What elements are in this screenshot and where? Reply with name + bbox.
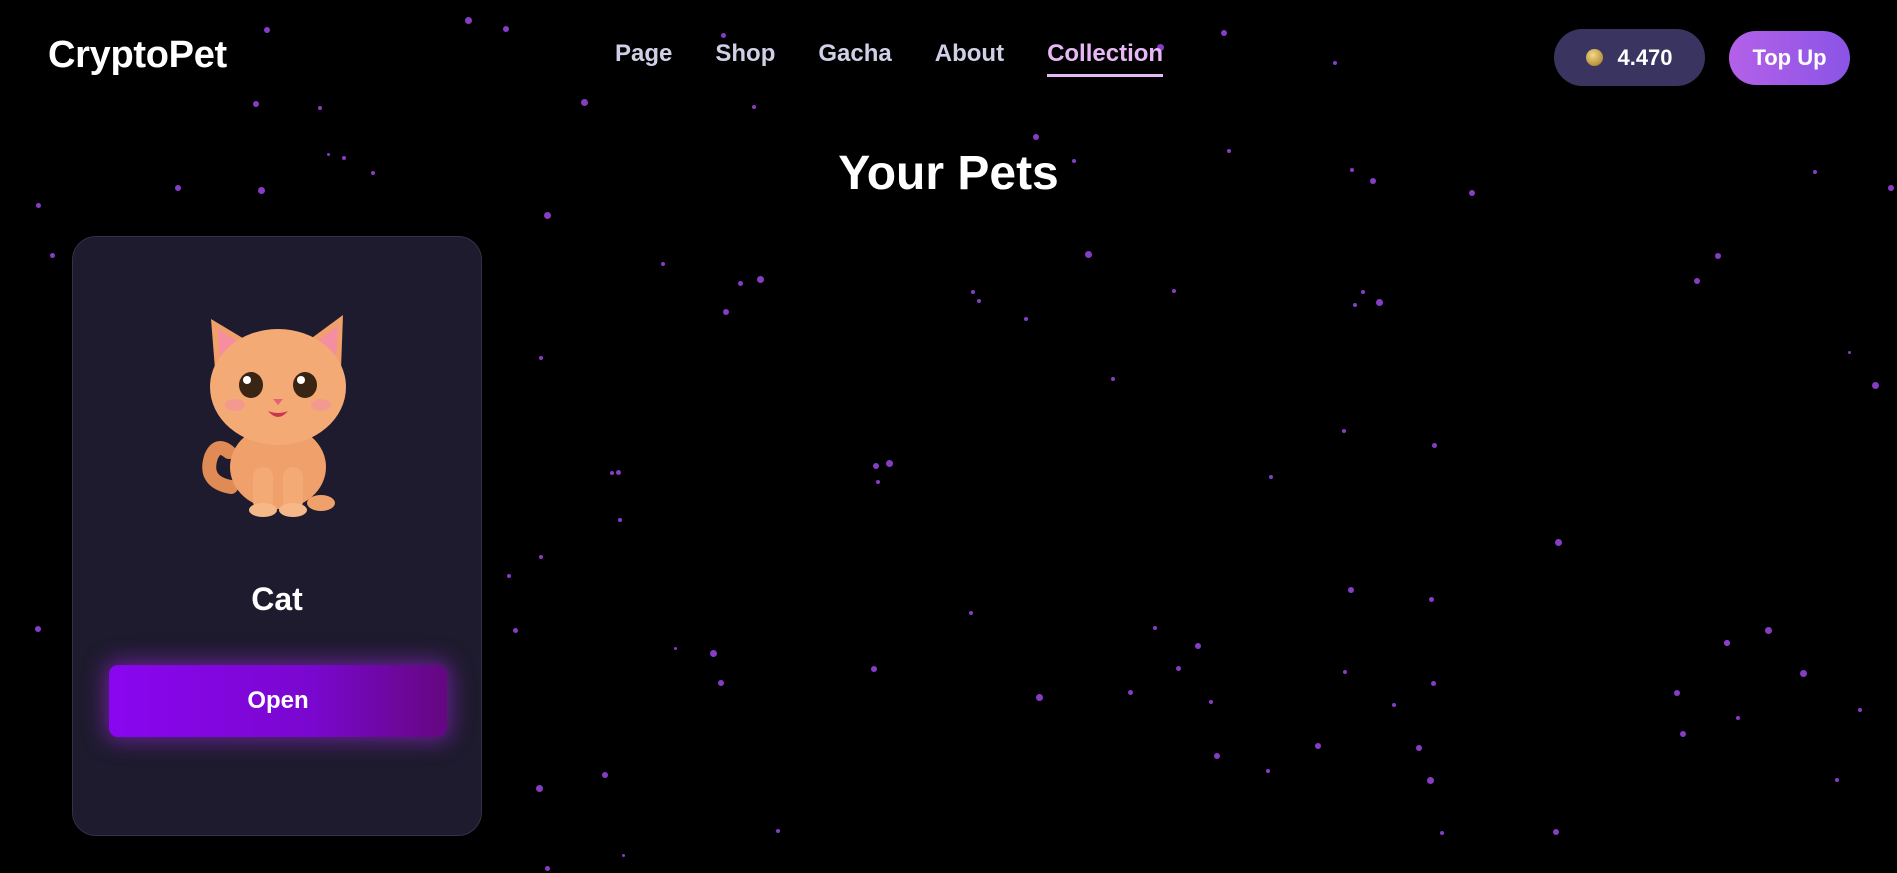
particle-dot (661, 262, 665, 266)
balance-value: 4.470 (1617, 44, 1673, 70)
nav-link-collection[interactable]: Collection (1047, 40, 1164, 77)
particle-dot (1111, 377, 1115, 381)
particle-dot (35, 202, 41, 208)
nav-link-gacha[interactable]: Gacha (818, 40, 891, 77)
particle-dot (1416, 745, 1422, 751)
particle-dot (723, 309, 729, 315)
particle-dot (1172, 289, 1176, 293)
particle-dot (1858, 708, 1862, 712)
particle-dot (1353, 303, 1357, 307)
particle-dot (1214, 753, 1220, 759)
particle-dot (1764, 626, 1772, 634)
top-up-button[interactable]: Top Up (1729, 31, 1850, 85)
particle-dot (1680, 731, 1686, 737)
particle-dot (512, 627, 518, 633)
pet-name: Cat (251, 581, 303, 617)
particle-dot (1392, 703, 1396, 707)
particle-dot (618, 518, 622, 522)
particle-dot (610, 471, 614, 475)
particle-dot (756, 275, 764, 283)
particle-dot (1195, 643, 1201, 649)
particle-dot (1209, 700, 1213, 704)
particle-dot (1375, 298, 1383, 306)
particle-dot (535, 784, 543, 792)
page-title: Your Pets (838, 147, 1059, 200)
particle-dot (621, 853, 625, 857)
particle-dot (1348, 587, 1354, 593)
particle-dot (873, 463, 879, 469)
particle-dot (1799, 669, 1807, 677)
open-pet-button[interactable]: Open (109, 665, 447, 737)
particle-dot (1266, 769, 1270, 773)
particle-dot (1871, 381, 1879, 389)
particle-dot (1033, 134, 1039, 140)
particle-dot (673, 646, 677, 650)
particle-dot (1694, 278, 1700, 284)
particle-dot (602, 772, 608, 778)
particle-dot (1674, 690, 1680, 696)
particle-dot (1553, 829, 1559, 835)
particle-dot (539, 356, 543, 360)
particle-dot (1127, 689, 1133, 695)
particle-dot (1315, 743, 1321, 749)
nav-link-shop[interactable]: Shop (715, 40, 775, 77)
particle-dot (1715, 253, 1721, 259)
particle-dot (971, 290, 975, 294)
particle-dot (1084, 250, 1092, 258)
nav-link-page[interactable]: Page (615, 40, 672, 77)
main-nav: Page Shop Gacha About Collection (615, 40, 1164, 77)
particle-dot (885, 459, 893, 467)
particle-dot (871, 666, 877, 672)
particle-dot (615, 469, 621, 475)
wallet-balance: 4.470 (1554, 29, 1705, 86)
pet-card: Cat Open (72, 236, 482, 836)
particle-dot (737, 280, 743, 286)
particle-dot (1736, 716, 1740, 720)
particle-dot (1153, 626, 1157, 630)
particle-dot (1847, 350, 1851, 354)
particle-dot (1024, 317, 1028, 321)
particle-dot (1554, 538, 1562, 546)
nav-link-about[interactable]: About (935, 40, 1004, 77)
particle-dot (49, 252, 55, 258)
particle-dot (1835, 778, 1839, 782)
particle-dot (718, 680, 724, 686)
particle-dot (709, 649, 717, 657)
particle-dot (1724, 640, 1730, 646)
particle-dot (544, 865, 550, 871)
particle-dot (1035, 693, 1043, 701)
particle-dot (1342, 429, 1346, 433)
top-navbar: CryptoPet Page Shop Gacha About Collecti… (0, 0, 1897, 116)
particle-dot (1269, 475, 1273, 479)
particle-dot (543, 211, 551, 219)
coin-icon (1586, 49, 1604, 66)
particle-dot (1343, 670, 1347, 674)
particle-dot (35, 626, 41, 632)
particle-dot (539, 555, 543, 559)
particle-dot (1431, 442, 1437, 448)
particle-dot (1175, 665, 1181, 671)
particle-dot (876, 480, 880, 484)
particle-dot (969, 611, 973, 615)
particle-dot (1430, 680, 1436, 686)
particle-dot (776, 829, 780, 833)
particle-dot (1426, 776, 1434, 784)
particle-dot (1440, 831, 1444, 835)
particle-dot (977, 299, 981, 303)
particle-dot (507, 574, 511, 578)
app-logo[interactable]: CryptoPet (48, 34, 227, 77)
particle-dot (1428, 596, 1434, 602)
cat-illustration (202, 315, 346, 517)
particle-dot (1361, 290, 1365, 294)
